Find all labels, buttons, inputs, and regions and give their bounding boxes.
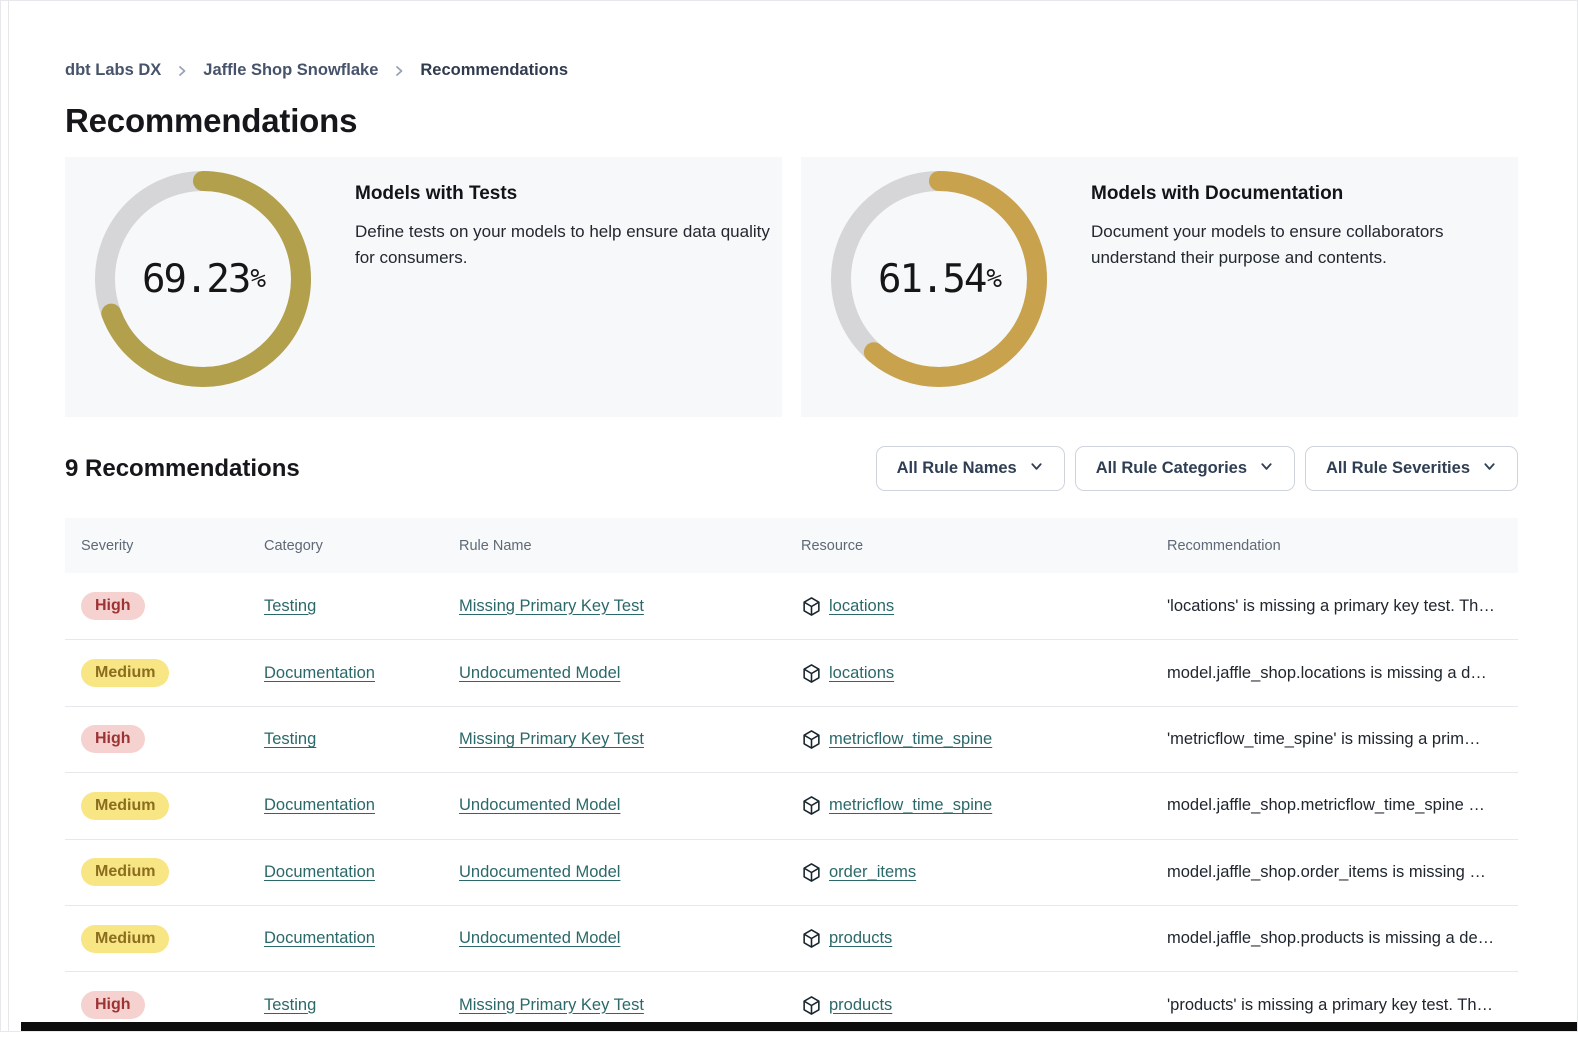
severity-badge: High bbox=[81, 592, 145, 620]
table-header-row: Severity Category Rule Name Resource Rec… bbox=[65, 518, 1518, 573]
model-cube-icon bbox=[801, 729, 822, 750]
rule-name-link[interactable]: Missing Primary Key Test bbox=[459, 597, 644, 615]
category-link[interactable]: Testing bbox=[264, 597, 316, 615]
severity-badge: High bbox=[81, 991, 145, 1019]
recommendation-text: model.jaffle_shop.order_items is missing… bbox=[1167, 863, 1518, 882]
recommendations-table: Severity Category Rule Name Resource Rec… bbox=[65, 518, 1518, 1038]
table-row: Medium Documentation Undocumented Model … bbox=[65, 639, 1518, 705]
recommendation-text: model.jaffle_shop.locations is missing a… bbox=[1167, 664, 1518, 683]
model-cube-icon bbox=[801, 596, 822, 617]
recommendations-toolbar: 9 Recommendations All Rule Names All Rul… bbox=[65, 446, 1518, 491]
model-cube-icon bbox=[801, 995, 822, 1016]
model-cube-icon bbox=[801, 795, 822, 816]
category-link[interactable]: Documentation bbox=[264, 664, 375, 682]
column-header-resource: Resource bbox=[801, 538, 1167, 554]
filter-label: All Rule Severities bbox=[1326, 459, 1470, 478]
resource-link[interactable]: metricflow_time_spine bbox=[829, 796, 992, 815]
filter-label: All Rule Categories bbox=[1096, 459, 1247, 478]
documentation-percentage-value: 61.54% bbox=[831, 171, 1047, 387]
recommendation-text: model.jaffle_shop.metricflow_time_spine … bbox=[1167, 796, 1518, 815]
filter-rule-severities-dropdown[interactable]: All Rule Severities bbox=[1305, 446, 1518, 491]
resource-link[interactable]: products bbox=[829, 996, 892, 1015]
breadcrumb-item-recommendations: Recommendations bbox=[420, 61, 568, 80]
category-link[interactable]: Documentation bbox=[264, 929, 375, 947]
card-models-with-tests: 69.23% Models with Tests Define tests on… bbox=[65, 157, 782, 417]
table-row: Medium Documentation Undocumented Model … bbox=[65, 839, 1518, 905]
column-header-recommendation: Recommendation bbox=[1167, 538, 1518, 554]
rule-name-link[interactable]: Undocumented Model bbox=[459, 664, 620, 682]
severity-badge: Medium bbox=[81, 925, 169, 953]
breadcrumb: dbt Labs DX Jaffle Shop Snowflake Recomm… bbox=[65, 61, 1518, 80]
bottom-cutoff-bar bbox=[21, 1022, 1577, 1031]
card-description: Define tests on your models to help ensu… bbox=[355, 219, 782, 271]
tests-donut-chart: 69.23% bbox=[95, 171, 311, 387]
model-cube-icon bbox=[801, 862, 822, 883]
card-description: Document your models to ensure collabora… bbox=[1091, 219, 1463, 271]
resource-link[interactable]: metricflow_time_spine bbox=[829, 730, 992, 749]
summary-cards: 69.23% Models with Tests Define tests on… bbox=[65, 157, 1518, 417]
table-row: High Testing Missing Primary Key Test me… bbox=[65, 706, 1518, 772]
category-link[interactable]: Testing bbox=[264, 730, 316, 748]
rule-name-link[interactable]: Undocumented Model bbox=[459, 863, 620, 881]
severity-badge: High bbox=[81, 725, 145, 753]
resource-link[interactable]: locations bbox=[829, 597, 894, 616]
card-models-with-documentation: 61.54% Models with Documentation Documen… bbox=[801, 157, 1518, 417]
filter-label: All Rule Names bbox=[897, 459, 1017, 478]
chevron-right-icon bbox=[392, 64, 406, 78]
category-link[interactable]: Documentation bbox=[264, 863, 375, 881]
recommendation-text: 'products' is missing a primary key test… bbox=[1167, 996, 1518, 1015]
chevron-right-icon bbox=[175, 64, 189, 78]
model-cube-icon bbox=[801, 928, 822, 949]
chevron-down-icon bbox=[1029, 459, 1044, 479]
severity-badge: Medium bbox=[81, 858, 169, 886]
page-title: Recommendations bbox=[65, 102, 1518, 140]
recommendation-text: 'locations' is missing a primary key tes… bbox=[1167, 597, 1518, 616]
category-link[interactable]: Testing bbox=[264, 996, 316, 1014]
resource-link[interactable]: order_items bbox=[829, 863, 916, 882]
main-content: dbt Labs DX Jaffle Shop Snowflake Recomm… bbox=[65, 1, 1518, 1038]
column-header-category: Category bbox=[264, 538, 459, 554]
table-body: High Testing Missing Primary Key Test lo… bbox=[65, 573, 1518, 1038]
resource-link[interactable]: locations bbox=[829, 664, 894, 683]
breadcrumb-item-jaffle-shop-snowflake[interactable]: Jaffle Shop Snowflake bbox=[203, 61, 378, 80]
resource-link[interactable]: products bbox=[829, 929, 892, 948]
rule-name-link[interactable]: Undocumented Model bbox=[459, 929, 620, 947]
documentation-donut-chart: 61.54% bbox=[831, 171, 1047, 387]
card-title: Models with Documentation bbox=[1091, 183, 1463, 205]
chevron-down-icon bbox=[1482, 459, 1497, 479]
filter-rule-categories-dropdown[interactable]: All Rule Categories bbox=[1075, 446, 1295, 491]
table-row: Medium Documentation Undocumented Model … bbox=[65, 772, 1518, 838]
recommendation-text: 'metricflow_time_spine' is missing a pri… bbox=[1167, 730, 1518, 749]
rule-name-link[interactable]: Missing Primary Key Test bbox=[459, 996, 644, 1014]
breadcrumb-item-dbt-labs-dx[interactable]: dbt Labs DX bbox=[65, 61, 161, 80]
category-link[interactable]: Documentation bbox=[264, 796, 375, 814]
column-header-rule-name: Rule Name bbox=[459, 538, 801, 554]
filter-group: All Rule Names All Rule Categories All R… bbox=[876, 446, 1518, 491]
rule-name-link[interactable]: Undocumented Model bbox=[459, 796, 620, 814]
sidebar-edge-divider bbox=[8, 1, 9, 1031]
severity-badge: Medium bbox=[81, 659, 169, 687]
card-title: Models with Tests bbox=[355, 183, 782, 205]
severity-badge: Medium bbox=[81, 792, 169, 820]
column-header-severity: Severity bbox=[81, 538, 264, 554]
recommendations-count-heading: 9 Recommendations bbox=[65, 455, 300, 483]
table-row: Medium Documentation Undocumented Model … bbox=[65, 905, 1518, 971]
tests-percentage-value: 69.23% bbox=[95, 171, 311, 387]
recommendation-text: model.jaffle_shop.products is missing a … bbox=[1167, 929, 1518, 948]
rule-name-link[interactable]: Missing Primary Key Test bbox=[459, 730, 644, 748]
chevron-down-icon bbox=[1259, 459, 1274, 479]
model-cube-icon bbox=[801, 663, 822, 684]
filter-rule-names-dropdown[interactable]: All Rule Names bbox=[876, 446, 1065, 491]
table-row: High Testing Missing Primary Key Test lo… bbox=[65, 573, 1518, 639]
